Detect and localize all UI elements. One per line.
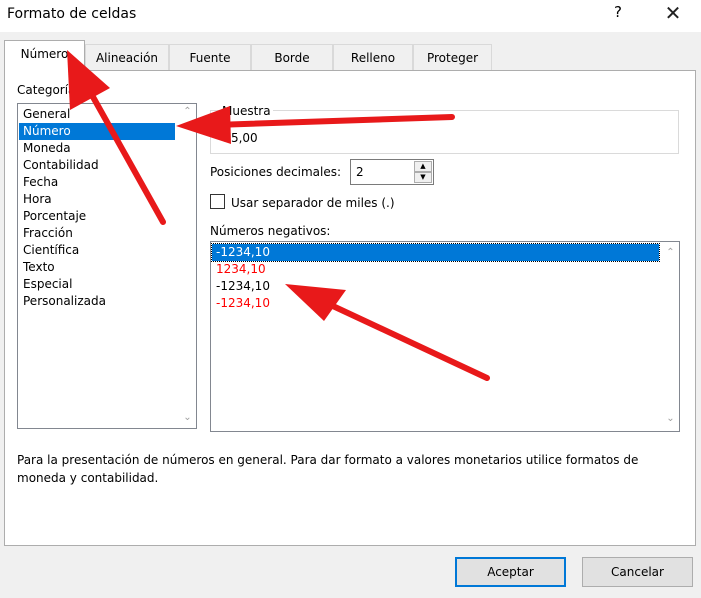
tab-numero[interactable]: Número: [4, 40, 85, 72]
category-label: Categoría:: [17, 83, 80, 97]
category-item[interactable]: Texto: [19, 259, 175, 276]
tab-alineacion[interactable]: Alineación: [85, 44, 169, 70]
category-item[interactable]: Fracción: [19, 225, 175, 242]
category-item[interactable]: Contabilidad: [19, 157, 175, 174]
category-item[interactable]: Científica: [19, 242, 175, 259]
spin-up-icon[interactable]: ▲: [414, 161, 432, 172]
negative-item[interactable]: -1234,10: [212, 295, 659, 312]
negative-item[interactable]: -1234,10: [212, 278, 659, 295]
category-item[interactable]: Personalizada: [19, 293, 175, 310]
help-button[interactable]: ?: [608, 3, 628, 27]
thousands-checkbox[interactable]: [210, 194, 225, 209]
category-item[interactable]: Hora: [19, 191, 175, 208]
cancel-button[interactable]: Cancelar: [582, 557, 693, 587]
category-item[interactable]: General: [19, 106, 175, 123]
category-item[interactable]: Moneda: [19, 140, 175, 157]
negative-item-selected[interactable]: -1234,10: [211, 243, 660, 262]
title-bar: Formato de celdas ? ✕: [0, 0, 701, 32]
accept-button[interactable]: Aceptar: [455, 557, 566, 587]
category-list[interactable]: General Número Moneda Contabilidad Fecha…: [17, 103, 197, 429]
scroll-up-icon[interactable]: ⌃: [181, 106, 194, 118]
spin-down-icon[interactable]: ▼: [414, 172, 432, 183]
decimals-spinner[interactable]: 2 ▲ ▼: [350, 159, 434, 185]
category-scrollbar[interactable]: ⌃ ⌄: [179, 104, 196, 428]
negatives-scrollbar[interactable]: ⌃ ⌄: [662, 242, 679, 431]
scroll-down-icon[interactable]: ⌄: [181, 412, 194, 424]
tab-borde[interactable]: Borde: [251, 44, 333, 70]
thousands-label[interactable]: Usar separador de miles (.): [231, 196, 395, 210]
sample-label: Muestra: [220, 104, 273, 118]
tab-fuente[interactable]: Fuente: [169, 44, 251, 70]
negatives-list[interactable]: -1234,10 1234,10 -1234,10 -1234,10 ⌃ ⌄: [210, 241, 680, 432]
tab-relleno[interactable]: Relleno: [333, 44, 413, 70]
decimals-value[interactable]: 2: [356, 165, 364, 179]
close-button[interactable]: ✕: [655, 1, 691, 29]
sample-box: [210, 110, 679, 154]
dialog-title: Formato de celdas: [7, 6, 137, 22]
negatives-label: Números negativos:: [210, 224, 331, 238]
category-description: Para la presentación de números en gener…: [17, 453, 639, 485]
scroll-down-icon[interactable]: ⌄: [664, 413, 677, 425]
category-item-selected[interactable]: Número: [19, 123, 175, 140]
scroll-up-icon[interactable]: ⌃: [664, 247, 677, 259]
decimals-label: Posiciones decimales:: [210, 165, 342, 179]
category-item[interactable]: Especial: [19, 276, 175, 293]
category-item[interactable]: Porcentaje: [19, 208, 175, 225]
category-item[interactable]: Fecha: [19, 174, 175, 191]
negative-item[interactable]: 1234,10: [212, 261, 659, 278]
tab-proteger[interactable]: Proteger: [413, 44, 492, 70]
sample-value: -55,00: [219, 131, 258, 145]
